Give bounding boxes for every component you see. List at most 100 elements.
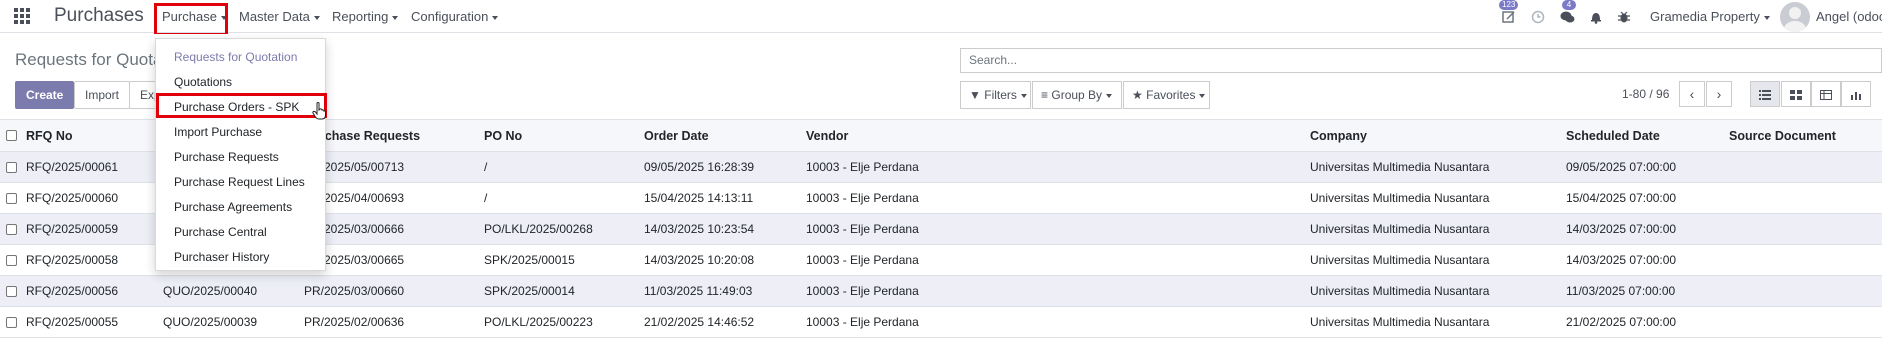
- cell-company: Universitas Multimedia Nusantara: [1310, 284, 1490, 298]
- dropdown-item-purchase-agreements[interactable]: Purchase Agreements: [174, 200, 292, 214]
- bar-chart-icon: [1851, 91, 1861, 100]
- kanban-view-button[interactable]: [1781, 81, 1811, 107]
- purchase-dropdown-menu: Requests for Quotation Quotations Purcha…: [155, 38, 326, 271]
- star-icon: ★: [1132, 88, 1143, 102]
- messages-count-badge: 4: [1562, 0, 1576, 10]
- row-checkbox[interactable]: [6, 317, 17, 328]
- pivot-view-icon: [1820, 89, 1832, 100]
- activity-icon[interactable]: [1502, 10, 1516, 24]
- pager-previous-button[interactable]: ‹: [1679, 81, 1705, 107]
- column-header-order-date[interactable]: Order Date: [644, 120, 804, 151]
- cell-source-document: [1729, 245, 1882, 276]
- chevron-down-icon: [1106, 93, 1113, 98]
- row-checkbox[interactable]: [6, 224, 17, 235]
- menu-master-data[interactable]: Master Data: [239, 9, 320, 24]
- group-by-button[interactable]: ≡ Group By: [1032, 81, 1122, 109]
- chevron-down-icon: [392, 15, 399, 20]
- column-header-source-document[interactable]: Source Document: [1729, 120, 1882, 151]
- messages-icon[interactable]: [1560, 10, 1575, 24]
- filters-button[interactable]: ▼ Filters: [960, 81, 1031, 109]
- cell-company: Universitas Multimedia Nusantara: [1310, 253, 1490, 267]
- cell-order-date: 21/02/2025 14:46:52: [644, 315, 755, 329]
- pager-next-button[interactable]: ›: [1706, 81, 1732, 107]
- select-all-checkbox[interactable]: [6, 130, 17, 141]
- list-view-icon: [1759, 89, 1771, 100]
- hand-pointer-icon: [312, 102, 326, 120]
- column-header-purchase-requests[interactable]: Purchase Requests: [304, 120, 479, 151]
- cell-source-document: [1729, 276, 1882, 307]
- clock-icon[interactable]: [1531, 10, 1545, 24]
- cell-vendor: 10003 - Elje Perdana: [806, 160, 919, 174]
- menu-configuration[interactable]: Configuration: [411, 9, 499, 24]
- dropdown-item-purchaser-history[interactable]: Purchaser History: [174, 250, 269, 264]
- dropdown-item-requests-for-quotation[interactable]: Requests for Quotation: [174, 50, 297, 64]
- company-switcher[interactable]: Gramedia Property: [1650, 9, 1770, 24]
- column-header-rfq-no[interactable]: RFQ No: [26, 120, 156, 151]
- row-checkbox[interactable]: [6, 255, 17, 266]
- apps-grid-icon[interactable]: [14, 8, 30, 24]
- menu-reporting-label: Reporting: [332, 9, 389, 24]
- cell-purchase-request: PR/2025/02/00636: [304, 315, 405, 329]
- column-header-po-no[interactable]: PO No: [484, 120, 639, 151]
- cell-quotation: QUO/2025/00039: [163, 315, 258, 329]
- table-row[interactable]: RFQ/2025/00056 QUO/2025/00040 PR/2025/03…: [0, 276, 1882, 307]
- favorites-button[interactable]: ★ Favorites: [1123, 81, 1210, 109]
- cell-order-date: 14/03/2025 10:20:08: [644, 253, 755, 267]
- dropdown-item-purchase-requests[interactable]: Purchase Requests: [174, 150, 279, 164]
- cell-scheduled-date: 21/02/2025 07:00:00: [1566, 315, 1677, 329]
- cell-scheduled-date: 09/05/2025 07:00:00: [1566, 160, 1677, 174]
- column-header-company[interactable]: Company: [1310, 120, 1560, 151]
- list-view-button[interactable]: [1750, 81, 1780, 107]
- dropdown-item-import-purchase[interactable]: Import Purchase: [174, 125, 262, 139]
- dropdown-item-purchase-central[interactable]: Purchase Central: [174, 225, 267, 239]
- dropdown-item-purchase-request-lines[interactable]: Purchase Request Lines: [174, 175, 305, 189]
- menu-master-data-label: Master Data: [239, 9, 310, 24]
- cell-order-date: 14/03/2025 10:23:54: [644, 222, 755, 236]
- cell-company: Universitas Multimedia Nusantara: [1310, 315, 1490, 329]
- cell-purchase-request: PR/2025/03/00660: [304, 284, 405, 298]
- cell-source-document: [1729, 152, 1882, 183]
- chevron-down-icon: [1763, 15, 1770, 20]
- column-header-scheduled-date[interactable]: Scheduled Date: [1566, 120, 1726, 151]
- app-brand[interactable]: Purchases: [54, 5, 144, 27]
- bell-icon[interactable]: [1589, 10, 1603, 24]
- cell-quotation: QUO/2025/00040: [163, 284, 258, 298]
- menu-configuration-label: Configuration: [411, 9, 489, 24]
- cell-purchase-request: PR/2025/04/00693: [304, 191, 405, 205]
- cell-order-date: 11/03/2025 11:49:03: [644, 284, 753, 298]
- cell-scheduled-date: 15/04/2025 07:00:00: [1566, 191, 1677, 205]
- pager-value[interactable]: 1-80 / 96: [1622, 87, 1669, 101]
- cell-po-no: /: [484, 191, 488, 205]
- cell-po-no: /: [484, 160, 488, 174]
- cell-po-no: SPK/2025/00015: [484, 253, 575, 267]
- cell-vendor: 10003 - Elje Perdana: [806, 191, 919, 205]
- graph-view-button[interactable]: [1841, 81, 1871, 107]
- group-by-label: Group By: [1051, 88, 1103, 102]
- cell-rfq-no: RFQ/2025/00061: [26, 160, 119, 174]
- company-name: Gramedia Property: [1650, 9, 1760, 24]
- cell-purchase-request: PR/2025/05/00713: [304, 160, 405, 174]
- pivot-view-button[interactable]: [1811, 81, 1841, 107]
- row-checkbox[interactable]: [6, 193, 17, 204]
- user-name[interactable]: Angel (odoo: [1816, 9, 1882, 24]
- create-button[interactable]: Create: [15, 81, 75, 109]
- chevron-right-icon: ›: [1716, 86, 1722, 102]
- chevron-down-icon: [313, 15, 320, 20]
- chevron-left-icon: ‹: [1689, 86, 1695, 102]
- menu-reporting[interactable]: Reporting: [332, 9, 399, 24]
- cell-rfq-no: RFQ/2025/00055: [26, 315, 119, 329]
- import-button[interactable]: Import: [74, 81, 131, 109]
- cell-company: Universitas Multimedia Nusantara: [1310, 222, 1490, 236]
- search-input[interactable]: Search...: [960, 48, 1882, 73]
- user-avatar[interactable]: [1780, 2, 1810, 32]
- table-row[interactable]: RFQ/2025/00055 QUO/2025/00039 PR/2025/02…: [0, 307, 1882, 338]
- dropdown-item-quotations[interactable]: Quotations: [174, 75, 232, 89]
- cell-purchase-request: PR/2025/03/00666: [304, 222, 405, 236]
- cell-rfq-no: RFQ/2025/00059: [26, 222, 119, 236]
- column-header-vendor[interactable]: Vendor: [806, 120, 1306, 151]
- cell-company: Universitas Multimedia Nusantara: [1310, 191, 1490, 205]
- filters-label: Filters: [984, 88, 1017, 102]
- row-checkbox[interactable]: [6, 162, 17, 173]
- bug-icon[interactable]: [1617, 10, 1631, 24]
- row-checkbox[interactable]: [6, 286, 17, 297]
